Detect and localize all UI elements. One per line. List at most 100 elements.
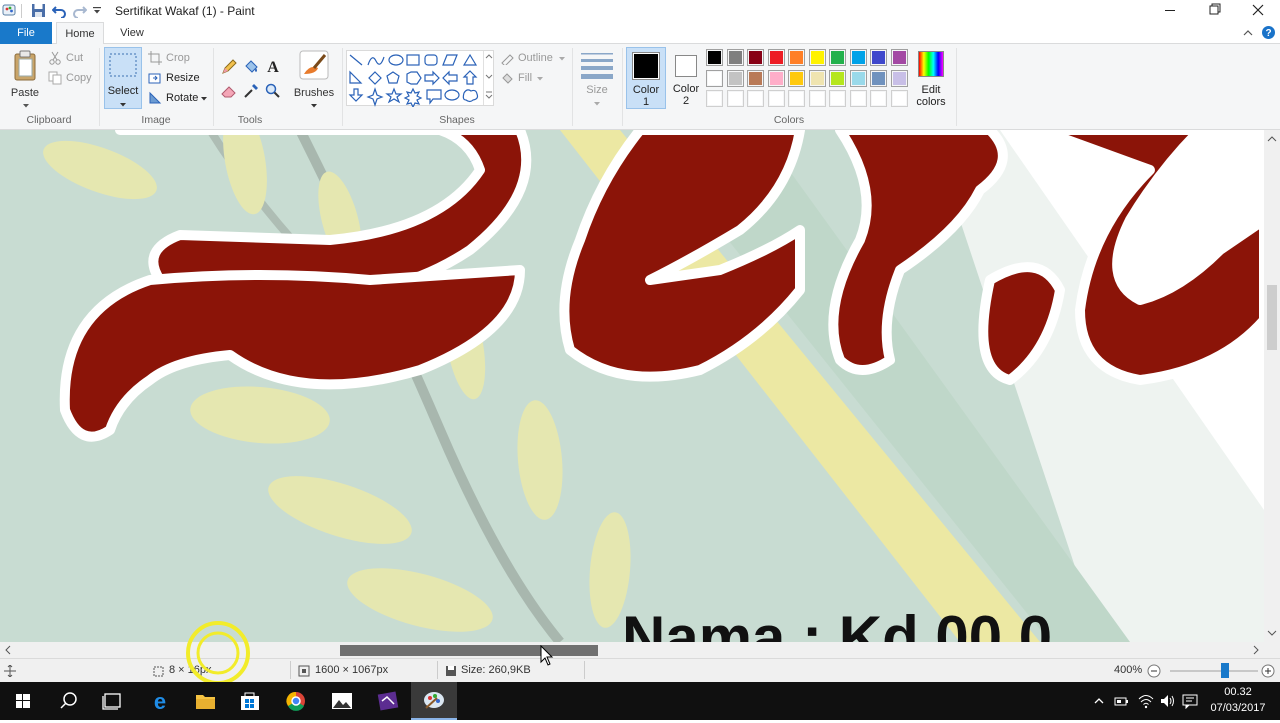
taskbar-store[interactable] xyxy=(227,682,273,720)
palette-swatch[interactable] xyxy=(849,69,867,87)
palette-swatch[interactable] xyxy=(706,69,723,87)
save-icon[interactable] xyxy=(31,3,46,18)
scrollbar-corner xyxy=(1264,642,1280,658)
palette-swatch[interactable] xyxy=(726,69,744,87)
palette-swatch[interactable] xyxy=(890,49,908,66)
palette-swatch[interactable] xyxy=(890,69,908,87)
show-hidden-icons-button[interactable] xyxy=(1092,694,1106,708)
clock-time[interactable]: 00.32 xyxy=(1200,686,1276,698)
palette-swatch[interactable] xyxy=(849,49,867,66)
zoomed-image: Nama : Kd 00 0 xyxy=(0,130,1264,642)
search-button[interactable] xyxy=(46,682,92,720)
outline-button[interactable]: Outline xyxy=(500,49,565,67)
palette-swatch[interactable] xyxy=(849,90,867,107)
notifications-icon[interactable] xyxy=(1182,693,1198,710)
size-dropdown-icon[interactable] xyxy=(593,98,601,106)
palette-swatch[interactable] xyxy=(829,90,846,107)
color1-button[interactable]: Color 1 xyxy=(626,47,666,109)
zoom-slider-thumb[interactable] xyxy=(1221,663,1229,678)
minimize-button[interactable] xyxy=(1148,0,1192,22)
start-button[interactable] xyxy=(0,682,46,720)
rotate-button[interactable]: Rotate xyxy=(148,89,207,107)
palette-swatch[interactable] xyxy=(890,90,908,107)
taskbar-file-explorer[interactable] xyxy=(182,682,228,720)
fill-bucket-icon[interactable] xyxy=(242,58,260,76)
rotate-dropdown-icon[interactable] xyxy=(200,96,208,102)
eraser-icon[interactable] xyxy=(220,82,238,100)
help-icon[interactable]: ? xyxy=(1261,25,1276,40)
magnifier-icon[interactable] xyxy=(264,82,282,100)
brushes-dropdown-icon[interactable] xyxy=(310,100,318,108)
tab-view[interactable]: View xyxy=(110,22,154,44)
customize-toolbar-icon[interactable] xyxy=(92,6,102,16)
undo-icon[interactable] xyxy=(51,3,67,19)
line-size-icon xyxy=(581,53,613,79)
brushes-button[interactable]: Brushes xyxy=(292,48,336,110)
color2-button[interactable]: Color 2 xyxy=(668,47,704,109)
cut-button[interactable]: Cut xyxy=(48,49,83,67)
collapse-ribbon-icon[interactable] xyxy=(1242,27,1254,39)
palette-swatch[interactable] xyxy=(706,49,723,66)
drawing-canvas[interactable]: Nama : Kd 00 0 xyxy=(0,130,1264,642)
palette-swatch[interactable] xyxy=(788,49,805,66)
taskbar-paint[interactable] xyxy=(411,682,457,720)
zoom-out-button[interactable] xyxy=(1147,664,1161,678)
paste-dropdown-icon[interactable] xyxy=(22,100,30,108)
network-icon[interactable] xyxy=(1138,693,1154,709)
palette-swatch[interactable] xyxy=(767,90,785,107)
crop-button[interactable]: Crop xyxy=(148,49,190,67)
size-button[interactable]: Size xyxy=(576,48,618,110)
swatch-color xyxy=(872,51,885,64)
copy-button[interactable]: Copy xyxy=(48,69,92,87)
palette-swatch[interactable] xyxy=(788,69,805,87)
palette-swatch[interactable] xyxy=(726,49,744,66)
volume-icon[interactable] xyxy=(1160,693,1176,709)
paint-app-icon[interactable] xyxy=(2,3,16,17)
resize-button[interactable]: Resize xyxy=(148,69,200,87)
paste-button[interactable]: Paste xyxy=(6,48,44,110)
tab-file[interactable]: File xyxy=(0,22,52,44)
palette-swatch[interactable] xyxy=(870,69,887,87)
shapes-scroll[interactable] xyxy=(483,51,493,105)
power-icon[interactable] xyxy=(1114,693,1130,709)
palette-swatch[interactable] xyxy=(808,69,826,87)
zoom-slider-track[interactable] xyxy=(1170,670,1258,672)
select-dropdown-icon[interactable] xyxy=(119,99,127,107)
redo-icon[interactable] xyxy=(72,3,88,19)
palette-swatch[interactable] xyxy=(808,90,826,107)
fill-dropdown-icon[interactable] xyxy=(536,76,544,82)
edit-colors-button[interactable]: Edit colors xyxy=(912,48,950,110)
tab-home[interactable]: Home xyxy=(56,22,104,45)
zoom-in-button[interactable] xyxy=(1261,664,1275,678)
outline-dropdown-icon[interactable] xyxy=(558,56,566,62)
color-picker-icon[interactable] xyxy=(242,82,260,100)
palette-swatch[interactable] xyxy=(767,49,785,66)
palette-swatch[interactable] xyxy=(747,90,764,107)
taskbar-chrome[interactable] xyxy=(273,682,319,720)
close-button[interactable] xyxy=(1236,0,1280,22)
palette-swatch[interactable] xyxy=(747,69,764,87)
palette-swatch[interactable] xyxy=(726,90,744,107)
text-tool-icon[interactable]: A xyxy=(264,57,282,76)
palette-swatch[interactable] xyxy=(829,69,846,87)
task-view-icon xyxy=(102,693,121,710)
palette-swatch[interactable] xyxy=(829,49,846,66)
palette-swatch[interactable] xyxy=(870,90,887,107)
taskbar-edge[interactable]: e xyxy=(137,682,183,720)
select-button[interactable]: Select xyxy=(104,47,142,109)
pencil-icon[interactable] xyxy=(220,58,238,76)
palette-swatch[interactable] xyxy=(788,90,805,107)
palette-swatch[interactable] xyxy=(808,49,826,66)
taskbar-visual-studio[interactable] xyxy=(365,682,411,720)
brushes-label: Brushes xyxy=(293,87,335,99)
task-view-button[interactable] xyxy=(90,682,136,720)
vertical-scrollbar[interactable] xyxy=(1264,130,1280,642)
palette-swatch[interactable] xyxy=(870,49,887,66)
palette-swatch[interactable] xyxy=(747,49,764,66)
fill-button[interactable]: Fill xyxy=(500,69,543,87)
palette-swatch[interactable] xyxy=(706,90,723,107)
clock-date[interactable]: 07/03/2017 xyxy=(1200,702,1276,714)
taskbar-photos[interactable] xyxy=(319,682,365,720)
restore-button[interactable] xyxy=(1192,0,1236,22)
palette-swatch[interactable] xyxy=(767,69,785,87)
